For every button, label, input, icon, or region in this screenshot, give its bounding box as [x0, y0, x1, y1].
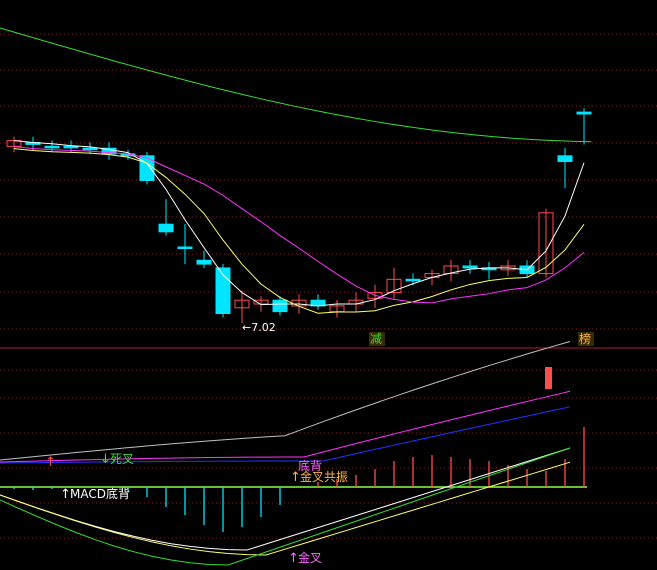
candle-body [177, 246, 193, 249]
up-arrow-icon: ↑ [45, 455, 56, 470]
red-bar-marker [545, 367, 552, 389]
kdj-d-line [0, 461, 571, 556]
signal-label: 底背 [298, 458, 322, 473]
kdj-j-line [0, 447, 571, 566]
macd-dif-line [0, 340, 571, 461]
candle-body [557, 155, 573, 163]
candle-body [576, 111, 592, 115]
marker-label: 减 [370, 332, 382, 346]
candle-body [405, 278, 421, 282]
ma-mid-line [13, 148, 585, 314]
candle-body [139, 155, 155, 182]
signal-label: MACD底背 [70, 486, 130, 501]
candle-body [63, 145, 79, 149]
low-price-label: ←7.02 [242, 321, 276, 334]
candle-body [44, 145, 60, 149]
macd-line3 [0, 406, 571, 464]
candle-body [196, 259, 212, 265]
stock-chart: ←7.02减 榜↓ 死叉↑ 金叉共振底背↑ MACD底背↑ 金叉↑ [0, 27, 657, 566]
candle-body [158, 223, 174, 233]
candle-body [272, 299, 288, 313]
macd-panel [0, 340, 587, 566]
signal-label: 死叉 [110, 452, 134, 466]
price-panel [0, 27, 592, 324]
candle-body [82, 147, 98, 151]
marker-label: 榜 [579, 331, 591, 346]
ma-longest-line [0, 27, 592, 143]
candle-body [462, 265, 478, 269]
signal-labels: ←7.02减 榜↓ 死叉↑ 金叉共振底背↑ MACD底背↑ 金叉↑ [45, 321, 594, 566]
signal-label: 金叉 [298, 550, 322, 565]
ma-short-line [13, 140, 585, 307]
